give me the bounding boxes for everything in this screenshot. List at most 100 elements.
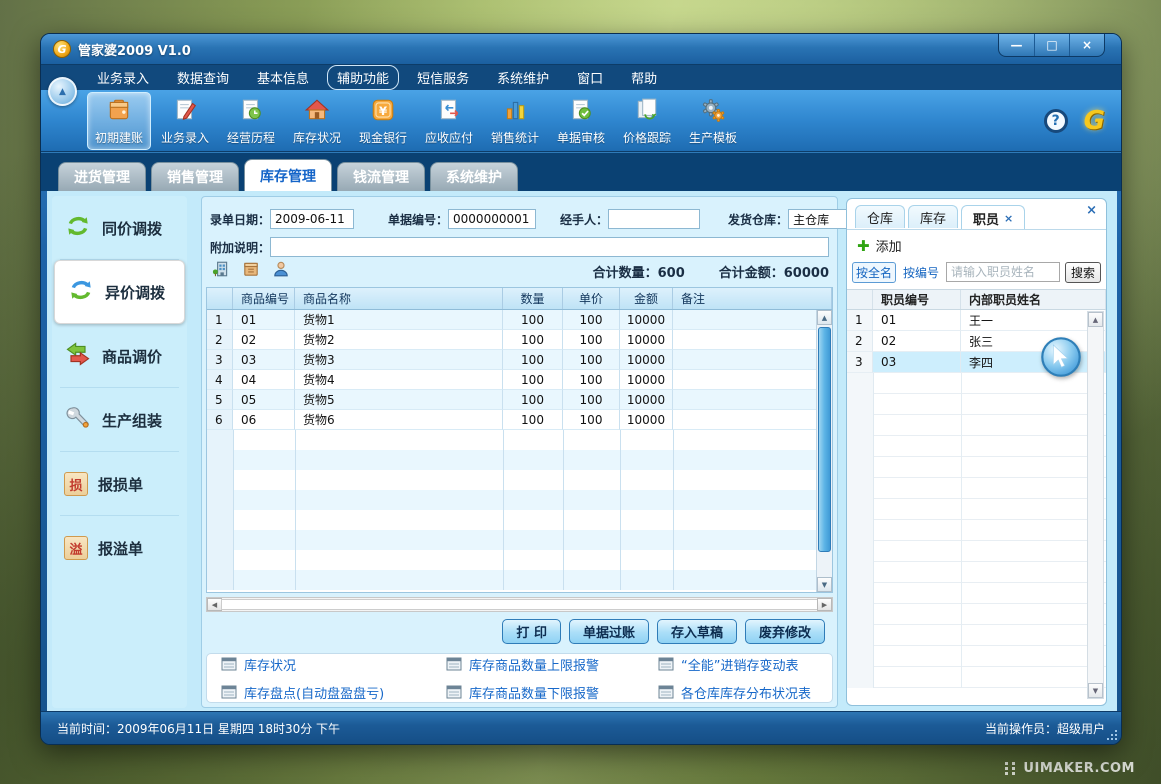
desktop-background: UIMAKER.COM G 管家婆2009 V1.0 — □ × 业务录入 数据…: [0, 0, 1161, 784]
staff-scrollbar[interactable]: ▲ ▼: [1087, 311, 1104, 699]
product-picker-icon[interactable]: [242, 260, 260, 282]
watermark: UIMAKER.COM: [1005, 761, 1135, 776]
tab-purchase-mgmt[interactable]: 进货管理: [58, 162, 146, 191]
menu-item-auxiliary[interactable]: 辅助功能: [327, 65, 399, 90]
menu-item-sms[interactable]: 短信服务: [407, 65, 479, 90]
toolbar-init-account[interactable]: 初期建账: [87, 92, 151, 150]
hscrollbar-thumb[interactable]: [221, 599, 818, 610]
filter-by-code[interactable]: 按编号: [901, 263, 941, 282]
handler-label: 经手人：: [560, 211, 608, 228]
tab-stock[interactable]: 库存: [908, 205, 958, 228]
doc-check-icon: [568, 97, 594, 127]
sidebar-item-same-price-transfer[interactable]: 同价调拨: [52, 196, 187, 260]
report-icon: [658, 657, 674, 671]
report-icon: [221, 685, 237, 699]
link-warehouse-distribution[interactable]: 各仓库库存分布状况表: [658, 683, 832, 702]
search-button[interactable]: 搜索: [1065, 262, 1101, 283]
tab-staff[interactable]: 职员×: [961, 205, 1025, 230]
scroll-down-icon[interactable]: ▼: [1088, 683, 1103, 698]
menu-item-basic-info[interactable]: 基本信息: [247, 65, 319, 90]
menu-item-help[interactable]: 帮助: [621, 65, 667, 90]
tab-inventory-mgmt[interactable]: 库存管理: [244, 159, 332, 191]
date-label: 录单日期：: [210, 211, 270, 228]
tab-cashflow-mgmt[interactable]: 钱流管理: [337, 162, 425, 191]
staff-empty-rows[interactable]: [847, 373, 1106, 688]
uimaker-logo-icon: [1005, 762, 1017, 776]
tab-close-icon[interactable]: ×: [1004, 212, 1013, 225]
close-button[interactable]: ×: [1069, 34, 1104, 56]
add-staff-button[interactable]: ✚ 添加: [857, 236, 902, 255]
horizontal-scrollbar[interactable]: ◀ ▶: [206, 597, 833, 612]
save-draft-button[interactable]: 存入草稿: [657, 619, 737, 644]
header-remark: 备注: [673, 288, 832, 309]
transfer-blue-icon: [67, 276, 95, 308]
help-button[interactable]: ?: [1044, 109, 1068, 133]
staff-row[interactable]: 101王一: [847, 310, 1106, 331]
toolbar-production-template[interactable]: 生产模板: [681, 92, 745, 150]
sidebar-item-overflow-report[interactable]: 溢 报溢单: [52, 516, 187, 580]
menu-item-system-maintain[interactable]: 系统维护: [487, 65, 559, 90]
scrollbar-thumb[interactable]: [818, 327, 831, 552]
brand-logo-icon[interactable]: G: [1084, 106, 1105, 136]
collapse-toolbar-button[interactable]: ▲: [48, 77, 77, 106]
toolbar-cash-bank[interactable]: ¥ 现金银行: [351, 92, 415, 150]
table-row[interactable]: 202货物210010010000: [207, 330, 832, 350]
grid-header: 商品编号 商品名称 数量 单价 金额 备注: [207, 288, 832, 310]
vertical-scrollbar[interactable]: ▲ ▼: [816, 310, 832, 592]
app-window: G 管家婆2009 V1.0 — □ × 业务录入 数据查询 基本信息 辅助功能…: [40, 33, 1122, 745]
gears-icon: [700, 97, 726, 127]
link-stocktake[interactable]: 库存盘点(自动盘盈盘亏): [221, 683, 446, 702]
toolbar-business-history[interactable]: 经营历程: [219, 92, 283, 150]
minimize-button[interactable]: —: [999, 34, 1034, 56]
tab-warehouse[interactable]: 仓库: [855, 205, 905, 228]
discard-button[interactable]: 废弃修改: [745, 619, 825, 644]
staff-picker-icon[interactable]: [272, 260, 290, 282]
toolbar-doc-audit[interactable]: 单据审核: [549, 92, 613, 150]
table-row[interactable]: 101货物110010010000: [207, 310, 832, 330]
docno-input[interactable]: [448, 209, 536, 229]
sidebar-item-loss-report[interactable]: 损 报损单: [52, 452, 187, 516]
table-row[interactable]: 303货物310010010000: [207, 350, 832, 370]
link-qty-lower-alert[interactable]: 库存商品数量下限报警: [446, 683, 658, 702]
link-inventory-status[interactable]: 库存状况: [221, 655, 446, 674]
toolbar-price-tracking[interactable]: 价格跟踪: [615, 92, 679, 150]
scroll-right-icon[interactable]: ▶: [817, 598, 832, 611]
table-row[interactable]: 606货物610010010000: [207, 410, 832, 430]
menu-item-business-entry[interactable]: 业务录入: [87, 65, 159, 90]
menu-item-window[interactable]: 窗口: [567, 65, 613, 90]
panel-close-icon[interactable]: ×: [1086, 203, 1097, 218]
link-omni-flow-report[interactable]: “全能”进销存变动表: [658, 655, 832, 674]
tab-system-maintain[interactable]: 系统维护: [430, 162, 518, 191]
note-input[interactable]: [270, 237, 829, 257]
sidebar-item-diff-price-transfer[interactable]: 异价调拨: [54, 260, 185, 324]
link-qty-upper-alert[interactable]: 库存商品数量上限报警: [446, 655, 658, 674]
resize-grip[interactable]: [1105, 728, 1117, 740]
table-row[interactable]: 404货物410010010000: [207, 370, 832, 390]
sidebar-item-production-assembly[interactable]: 生产组装: [52, 388, 187, 452]
price-adjust-icon: [64, 340, 92, 372]
filter-by-name[interactable]: 按全名: [852, 262, 896, 283]
toolbar-receivable-payable[interactable]: 应收应付: [417, 92, 481, 150]
maximize-button[interactable]: □: [1034, 34, 1069, 56]
action-buttons: 打 印 单据过账 存入草稿 废弃修改: [502, 619, 825, 644]
scroll-down-icon[interactable]: ▼: [817, 577, 832, 592]
post-button[interactable]: 单据过账: [569, 619, 649, 644]
table-row[interactable]: 505货物510010010000: [207, 390, 832, 410]
items-grid: 商品编号 商品名称 数量 单价 金额 备注 101货物110010010000 …: [206, 287, 833, 593]
sidebar-item-price-adjust[interactable]: 商品调价: [52, 324, 187, 388]
tab-sales-mgmt[interactable]: 销售管理: [151, 162, 239, 191]
empty-rows[interactable]: [207, 430, 832, 590]
scroll-up-icon[interactable]: ▲: [817, 310, 832, 325]
toolbar-inventory-status[interactable]: 库存状况: [285, 92, 349, 150]
content-area: 同价调拨 异价调拨 商品调价 生产组装 损 报损单: [47, 191, 1117, 713]
print-button[interactable]: 打 印: [502, 619, 561, 644]
warehouse-picker-icon[interactable]: [212, 260, 230, 282]
scroll-left-icon[interactable]: ◀: [207, 598, 222, 611]
toolbar-business-entry[interactable]: 业务录入: [153, 92, 217, 150]
menu-item-data-query[interactable]: 数据查询: [167, 65, 239, 90]
toolbar-sales-stats[interactable]: 销售统计: [483, 92, 547, 150]
date-input[interactable]: [270, 209, 354, 229]
handler-input[interactable]: [608, 209, 700, 229]
scroll-up-icon[interactable]: ▲: [1088, 312, 1103, 327]
staff-search-input[interactable]: [946, 262, 1060, 282]
